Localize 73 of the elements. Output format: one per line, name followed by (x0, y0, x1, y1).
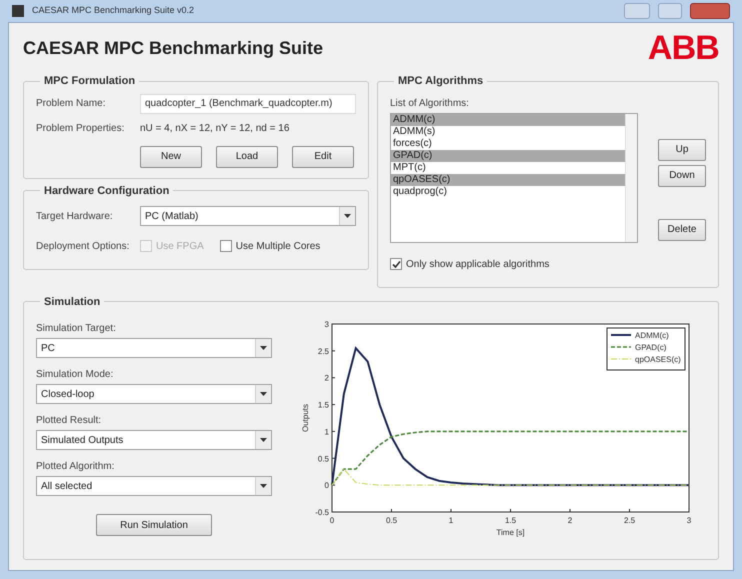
close-button[interactable] (690, 3, 730, 19)
caret-icon (260, 346, 267, 350)
field-label: Problem Properties: (36, 122, 126, 136)
problem-name-field[interactable]: quadcopter_1 (Benchmark_quadcopter.m) (140, 94, 356, 114)
push-button[interactable]: Delete (658, 218, 706, 240)
list-item[interactable]: forces(c) (391, 138, 625, 150)
scrollbar[interactable] (625, 114, 637, 242)
group-title: Hardware Configuration (43, 184, 170, 198)
push-button[interactable]: Edit (292, 146, 354, 168)
list-item[interactable]: quadprog(c) (391, 186, 625, 198)
list-item[interactable]: qpOASES(c) (391, 174, 625, 186)
dropdown[interactable]: Simulated Outputs (36, 430, 272, 450)
dropdown[interactable]: PC (36, 338, 272, 358)
tick-label: 1 (324, 427, 329, 436)
group-title: MPC Algorithms (397, 74, 484, 89)
push-button[interactable]: New (140, 146, 202, 168)
tick-label: 1.5 (318, 400, 329, 410)
checkbox-label: Use Multiple Cores (236, 240, 320, 254)
checkbox-label: Use FPGA (156, 240, 204, 254)
algorithm-list[interactable]: ADMM(c) ADMM(s) forces(c) GPAD(c) MPT(c) qpOASES(c) quadprog(c) (390, 112, 638, 242)
window-title: CAESAR MPC Benchmarking Suite v0.2 (32, 4, 194, 18)
tick-label: 3 (324, 320, 329, 329)
group-title: MPC Formulation (43, 74, 136, 89)
dropdown[interactable]: All selected (36, 476, 272, 496)
tick-label: 2 (324, 374, 329, 383)
tick-label: 2.5 (318, 346, 329, 356)
tick-label: 1.5 (504, 516, 516, 525)
push-button[interactable]: Load (216, 146, 278, 168)
tick-label: 2 (568, 516, 572, 525)
axis-label: Outputs (301, 404, 310, 432)
caret-icon (260, 392, 267, 396)
caret-icon (260, 438, 267, 442)
push-button[interactable]: Up (658, 138, 706, 160)
tick-label: 0.5 (318, 454, 329, 464)
tick-label: 0.5 (386, 516, 398, 525)
app-icon (12, 5, 24, 17)
tick-label: -0.5 (315, 508, 329, 517)
tick-label: 2.5 (624, 516, 636, 525)
field-label: Plotted Result: (36, 414, 102, 428)
legend-label: qpOASES(c) (635, 355, 681, 364)
push-button[interactable]: Run Simulation (96, 514, 212, 536)
dropdown[interactable]: PC (Matlab) (140, 206, 356, 226)
tick-label: 0 (324, 481, 329, 490)
list-label: List of Algorithms: (390, 96, 470, 110)
tick-label: 0 (330, 516, 334, 525)
axis-label: Time [s] (496, 528, 525, 537)
app-title: CAESAR MPC Benchmarking Suite (23, 36, 324, 60)
field-label: Simulation Target: (36, 322, 117, 336)
maximize-button[interactable] (658, 3, 682, 19)
minimize-button[interactable] (624, 3, 650, 19)
list-item[interactable]: ADMM(s) (391, 126, 625, 138)
checkbox[interactable] (390, 258, 402, 270)
legend-label: ADMM(c) (635, 331, 669, 340)
dropdown[interactable]: Closed-loop (36, 384, 272, 404)
company-logo: ABB (648, 31, 719, 65)
group-title: Simulation (43, 294, 102, 310)
tick-label: 1 (448, 516, 454, 525)
field-label: Plotted Algorithm: (36, 460, 116, 474)
legend-label: GPAD(c) (635, 343, 666, 352)
field-label: Problem Name: (36, 97, 106, 111)
tick-label: 3 (686, 516, 692, 525)
caret-icon (344, 214, 351, 218)
list-item[interactable]: GPAD(c) (391, 150, 625, 162)
caret-icon (260, 484, 267, 488)
list-item[interactable]: ADMM(c) (391, 114, 625, 126)
problem-properties: nU = 4, nX = 12, nY = 12, nd = 16 (140, 122, 290, 136)
checkbox[interactable] (220, 240, 232, 252)
field-label: Target Hardware: (36, 210, 114, 224)
field-label: Deployment Options: (36, 240, 130, 254)
push-button[interactable]: Down (658, 164, 706, 186)
list-item[interactable]: MPT(c) (391, 162, 625, 174)
field-label: Simulation Mode: (36, 368, 114, 382)
checkbox-label: Only show applicable algorithms (406, 258, 550, 272)
